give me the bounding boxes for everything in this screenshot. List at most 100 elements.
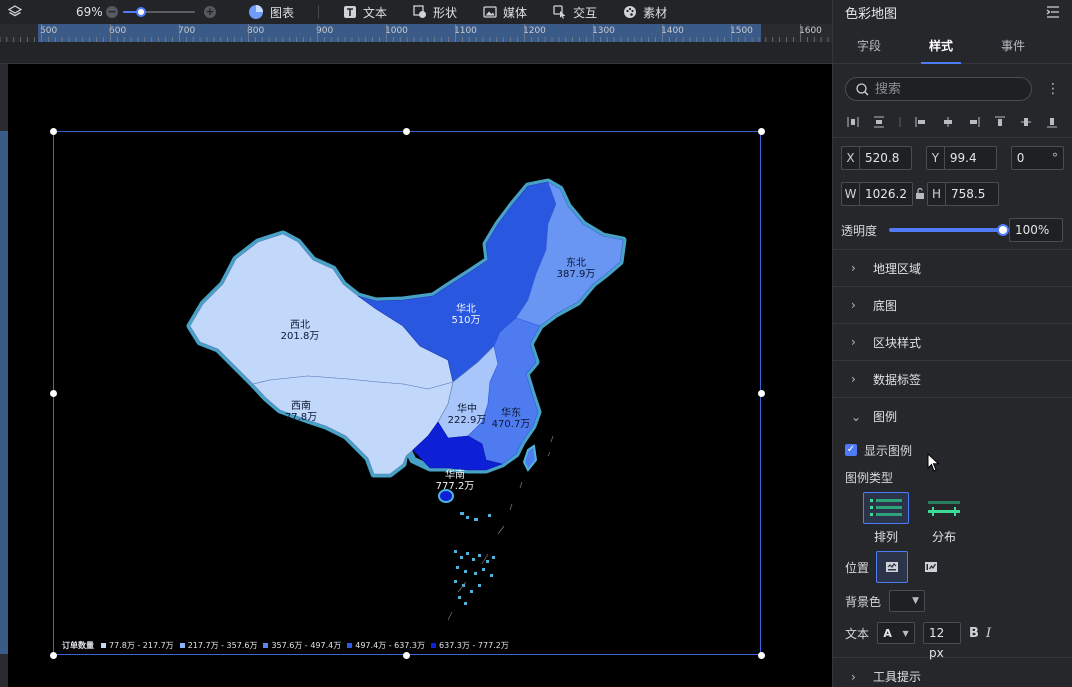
- toolbar-chart-label: 图表: [270, 5, 295, 20]
- zoom-in-icon[interactable]: +: [204, 6, 216, 18]
- tab-events[interactable]: 事件: [977, 24, 1049, 63]
- width-field[interactable]: W 1026.2: [841, 182, 913, 206]
- show-legend-label: 显示图例: [864, 443, 913, 458]
- chevron-down-icon: ⌄: [851, 409, 862, 424]
- toolbar-shape-button[interactable]: 形状: [413, 4, 457, 21]
- position-row: X 520.8 Y 99.4 0 °: [833, 146, 1072, 170]
- zoom-slider[interactable]: [123, 5, 195, 19]
- alignment-toolbar: [833, 106, 1072, 138]
- section-data-labels[interactable]: › 数据标签: [833, 361, 1072, 398]
- align-left-icon[interactable]: [915, 116, 927, 128]
- shape-icon: [413, 5, 427, 18]
- align-middle-v-icon[interactable]: [1020, 116, 1032, 128]
- search-box: [845, 77, 1032, 101]
- toolbar-text-button[interactable]: 文本: [343, 4, 387, 21]
- toolbar-divider: [318, 5, 320, 19]
- zoom-value: 69%: [76, 5, 103, 19]
- zoom-out-icon[interactable]: −: [106, 6, 118, 18]
- section-legend[interactable]: ⌄ 图例: [833, 398, 1072, 435]
- resize-handle-ne[interactable]: [758, 128, 765, 135]
- section-geo-region[interactable]: › 地理区域: [833, 250, 1072, 287]
- legend-bg-color-picker[interactable]: ▼: [889, 590, 926, 612]
- interact-icon: [553, 5, 566, 19]
- search-input[interactable]: [875, 81, 1025, 97]
- toolbar-chart-button[interactable]: 图表: [248, 4, 294, 21]
- panel-title: 色彩地图: [845, 6, 898, 22]
- font-color-picker[interactable]: A ▼: [877, 622, 916, 644]
- opacity-input[interactable]: 100%: [1009, 218, 1063, 242]
- distribute-vertical-icon[interactable]: [873, 116, 885, 128]
- tab-style[interactable]: 样式: [905, 24, 977, 64]
- media-icon: [483, 6, 497, 18]
- properties-panel: 色彩地图 字段 样式 事件 ⋮ X520.8: [832, 0, 1072, 687]
- toolbar-material-label: 素材: [643, 5, 668, 20]
- mouse-cursor-icon: [927, 453, 940, 472]
- collapse-panel-icon[interactable]: [1046, 6, 1060, 18]
- position-bottom-icon: [886, 562, 899, 572]
- resize-handle-e[interactable]: [758, 390, 765, 397]
- lock-ratio-icon[interactable]: [915, 182, 925, 206]
- section-block-style[interactable]: › 区块样式: [833, 324, 1072, 361]
- layers-icon[interactable]: [0, 5, 30, 19]
- legend-bg-label: 背景色: [845, 594, 882, 609]
- legend-position-left[interactable]: [915, 551, 947, 583]
- align-top-icon[interactable]: [994, 116, 1006, 128]
- toolbar-material-button[interactable]: 素材: [623, 4, 667, 21]
- opacity-slider-knob[interactable]: [997, 224, 1009, 236]
- legend-type-distribution[interactable]: 分布: [921, 492, 967, 545]
- panel-header: 色彩地图: [833, 0, 1072, 24]
- align-center-h-icon[interactable]: [942, 116, 954, 128]
- chevron-right-icon: ›: [851, 372, 856, 386]
- tab-fields[interactable]: 字段: [833, 24, 905, 63]
- toolbar-shape-label: 形状: [433, 5, 458, 20]
- toolbar-media-button[interactable]: 媒体: [483, 4, 527, 21]
- rotation-field[interactable]: 0 °: [1010, 146, 1064, 170]
- show-legend-checkbox[interactable]: ✓: [845, 444, 857, 456]
- horizontal-ruler[interactable]: 500 600 700 800 900 1000 1100 1200 1300 1400 1500 1…: [0, 24, 832, 42]
- bold-button[interactable]: B: [969, 626, 979, 641]
- divider-icon: [899, 116, 901, 127]
- italic-button[interactable]: I: [986, 626, 991, 641]
- zoom-control: 69% − +: [76, 5, 216, 19]
- align-bottom-icon[interactable]: [1046, 116, 1058, 128]
- toolbar-interact-button[interactable]: 交互: [553, 4, 597, 21]
- resize-handle-w[interactable]: [50, 390, 57, 397]
- resize-handle-se[interactable]: [758, 652, 765, 659]
- top-toolbar: 69% − + 图表 文本 形状 媒体 交互 素材: [0, 0, 832, 24]
- zoom-slider-knob[interactable]: [136, 7, 146, 17]
- search-icon: [856, 82, 869, 95]
- section-tooltip[interactable]: › 工具提示: [833, 658, 1072, 687]
- font-size-input[interactable]: 12 px: [923, 622, 962, 660]
- legend-position-bottom[interactable]: [876, 551, 909, 583]
- ruler-bar: [0, 42, 832, 64]
- resize-handle-s[interactable]: [403, 652, 410, 659]
- legend-position-row: 位置: [845, 551, 1060, 583]
- legend-position-label: 位置: [845, 560, 870, 575]
- legend-text-label: 文本: [845, 626, 870, 641]
- chevron-down-icon: ▼: [902, 628, 909, 638]
- y-field[interactable]: Y 99.4: [925, 146, 997, 170]
- vruler-selection-highlight: [0, 131, 8, 654]
- canvas[interactable]: 西北 201.8万 西南 77.8万 华北 510万 东北 387.9万 华中 222.9…: [8, 64, 832, 687]
- resize-handle-sw[interactable]: [50, 652, 57, 659]
- selection-box[interactable]: [53, 131, 761, 655]
- opacity-row: 透明度 100%: [833, 218, 1072, 242]
- align-right-icon[interactable]: [968, 116, 980, 128]
- chevron-right-icon: ›: [851, 298, 856, 312]
- chevron-right-icon: ›: [851, 335, 856, 349]
- distribute-horizontal-icon[interactable]: [847, 116, 859, 128]
- height-field[interactable]: H 758.5: [927, 182, 999, 206]
- chevron-right-icon: ›: [851, 261, 856, 275]
- legend-type-list[interactable]: 排列: [863, 492, 909, 545]
- opacity-slider[interactable]: [889, 223, 1009, 237]
- legend-text-row: 文本 A ▼ 12 px B I: [845, 621, 1060, 660]
- toolbar-media-label: 媒体: [503, 5, 528, 20]
- more-options-icon[interactable]: ⋮: [1046, 81, 1060, 97]
- vertical-ruler[interactable]: [0, 64, 8, 687]
- x-field[interactable]: X 520.8: [841, 146, 912, 170]
- section-basemap[interactable]: › 底图: [833, 287, 1072, 324]
- resize-handle-n[interactable]: [403, 128, 410, 135]
- show-legend-row: ✓ 显示图例: [845, 435, 1060, 465]
- resize-handle-nw[interactable]: [50, 128, 57, 135]
- chevron-down-icon: ▼: [912, 596, 920, 606]
